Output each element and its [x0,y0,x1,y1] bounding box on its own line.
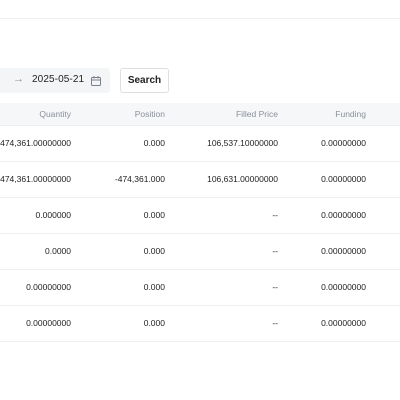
header-quantity[interactable]: Quantity [39,109,71,119]
cell-position: 0.000 [143,210,165,220]
cell-filled-price: -- [272,246,278,256]
search-button[interactable]: Search [120,68,169,93]
calendar-icon[interactable] [90,74,102,86]
cell-funding: 0.00000000 [321,174,366,184]
header-divider [0,18,400,19]
cell-quantity: 0.000000 [35,210,71,220]
table-row: 474,361.00000000 -474,361.000 106,631.00… [0,162,400,198]
end-date-value[interactable]: 2025-05-21 [32,74,84,85]
range-arrow-icon: → [13,73,24,85]
cell-filled-price: 106,537.10000000 [207,138,278,148]
table-row: 0.000000 0.000 -- 0.00000000 [0,198,400,234]
history-table: Quantity Position Filled Price Funding 4… [0,103,400,342]
table-row: 0.00000000 0.000 -- 0.00000000 [0,270,400,306]
cell-quantity: 474,361.00000000 [0,174,71,184]
cell-funding: 0.00000000 [321,210,366,220]
cell-position: -474,361.000 [114,174,165,184]
table-row: 0.0000 0.000 -- 0.00000000 [0,234,400,270]
cell-position: 0.000 [143,282,165,292]
date-range-picker[interactable]: → 2025-05-21 [0,68,110,93]
header-filled-price[interactable]: Filled Price [236,109,278,119]
cell-funding: 0.00000000 [321,282,366,292]
cell-funding: 0.00000000 [321,138,366,148]
cell-position: 0.000 [143,318,165,328]
cell-quantity: 0.00000000 [26,282,71,292]
table-header: Quantity Position Filled Price Funding [0,103,400,126]
table-row: 0.00000000 0.000 -- 0.00000000 [0,306,400,342]
header-funding[interactable]: Funding [335,109,366,119]
cell-position: 0.000 [143,246,165,256]
cell-filled-price: 106,631.00000000 [207,174,278,184]
table-row: 474,361.00000000 0.000 106,537.10000000 … [0,126,400,162]
cell-quantity: 0.0000 [45,246,71,256]
cell-quantity: 0.00000000 [26,318,71,328]
cell-position: 0.000 [143,138,165,148]
cell-funding: 0.00000000 [321,246,366,256]
cell-filled-price: -- [272,282,278,292]
header-position[interactable]: Position [135,109,165,119]
cell-filled-price: -- [272,210,278,220]
cell-filled-price: -- [272,318,278,328]
cell-quantity: 474,361.00000000 [0,138,71,148]
cell-funding: 0.00000000 [321,318,366,328]
